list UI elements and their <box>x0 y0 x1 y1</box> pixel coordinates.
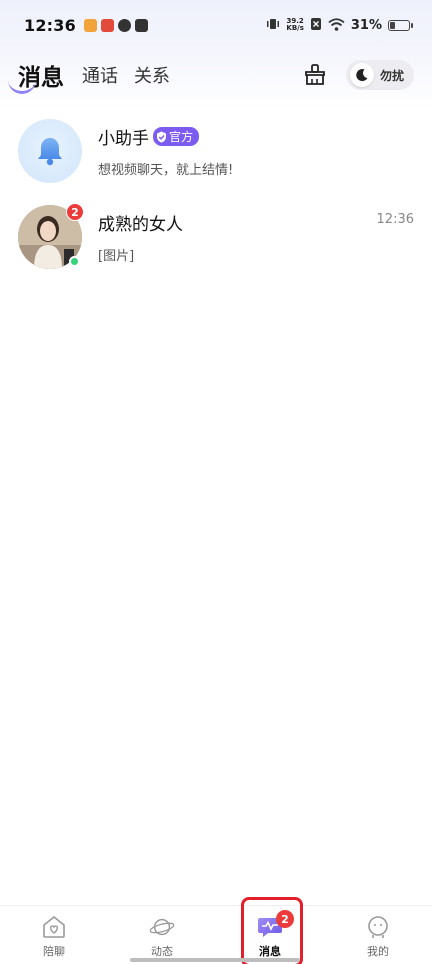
online-status-dot <box>69 256 80 267</box>
link-icon <box>117 18 131 32</box>
dnd-label: 勿扰 <box>380 68 405 83</box>
bell-icon <box>18 119 82 183</box>
tab-calls[interactable]: 通话 <box>82 62 118 88</box>
battery-percent: 31% <box>350 17 382 33</box>
list-item-assistant[interactable]: 小助手 官方 想视频聊天，就上结情! <box>0 114 432 188</box>
list-item-contact[interactable]: 2 成熟的女人 [图片] 12:36 <box>0 194 432 280</box>
broom-icon[interactable] <box>302 62 328 88</box>
net-speed: 39.2 KB/s <box>286 18 303 32</box>
dnd-toggle[interactable]: 勿扰 <box>346 60 414 90</box>
app-screen: 12:36 39.2 KB/s 31% 消息 通话 关系 勿扰 小助手 官方 想… <box>0 0 432 964</box>
vibrate-icon <box>266 16 280 35</box>
name-row: 小助手 官方 <box>98 124 432 149</box>
bottom-nav: 陪聊 动态 2 消息 我的 <box>0 905 432 964</box>
battery-fill <box>390 21 395 29</box>
nav-item-profile[interactable]: 我的 <box>324 906 432 964</box>
message-preview: 想视频聊天，就上结情! <box>98 163 234 178</box>
heart-house-icon <box>41 914 67 940</box>
message-text: 小助手 官方 想视频聊天，就上结情! <box>98 124 432 178</box>
avatar: 2 <box>18 203 84 269</box>
avatar <box>18 119 82 183</box>
moon-icon <box>350 63 374 87</box>
message-preview: [图片] <box>98 249 135 264</box>
battery-icon <box>388 19 413 31</box>
status-time: 12:36 <box>24 15 76 35</box>
net-speed-unit: KB/s <box>286 24 304 32</box>
nav-label: 陪聊 <box>43 945 65 958</box>
header-actions: 勿扰 <box>302 60 432 90</box>
contact-name: 小助手 <box>98 129 149 149</box>
profile-face-icon <box>365 914 391 940</box>
nav-item-chat[interactable]: 陪聊 <box>0 906 108 964</box>
nav-item-feed[interactable]: 动态 <box>108 906 216 964</box>
nav-unread-badge: 2 <box>276 910 294 928</box>
nav-label: 动态 <box>151 945 173 958</box>
header: 消息 通话 关系 勿扰 <box>0 50 432 100</box>
message-list: 小助手 官方 想视频聊天，就上结情! 2 成熟的女人 [图片] 12:36 <box>0 114 432 280</box>
official-label: 官方 <box>169 130 194 144</box>
official-badge: 官方 <box>153 127 200 146</box>
nav-label: 我的 <box>367 945 389 958</box>
contact-name: 成熟的女人 <box>98 215 183 235</box>
status-bar: 12:36 39.2 KB/s 31% <box>0 0 432 50</box>
notification-icons <box>83 18 148 32</box>
no-sim-icon <box>310 16 322 35</box>
wifi-icon <box>328 16 345 35</box>
status-right: 39.2 KB/s 31% <box>266 16 413 35</box>
shield-check-icon <box>157 131 166 142</box>
unread-badge: 2 <box>66 203 84 221</box>
bag-icon <box>134 18 148 32</box>
planet-icon <box>149 914 175 940</box>
nav-label: 消息 <box>259 945 281 958</box>
nav-item-messages[interactable]: 2 消息 <box>216 906 324 964</box>
message-time: 12:36 <box>376 212 414 227</box>
weibo-icon <box>83 18 97 32</box>
app-notification-icon <box>100 18 114 32</box>
tab-relations[interactable]: 关系 <box>134 62 170 88</box>
home-indicator <box>130 958 300 962</box>
